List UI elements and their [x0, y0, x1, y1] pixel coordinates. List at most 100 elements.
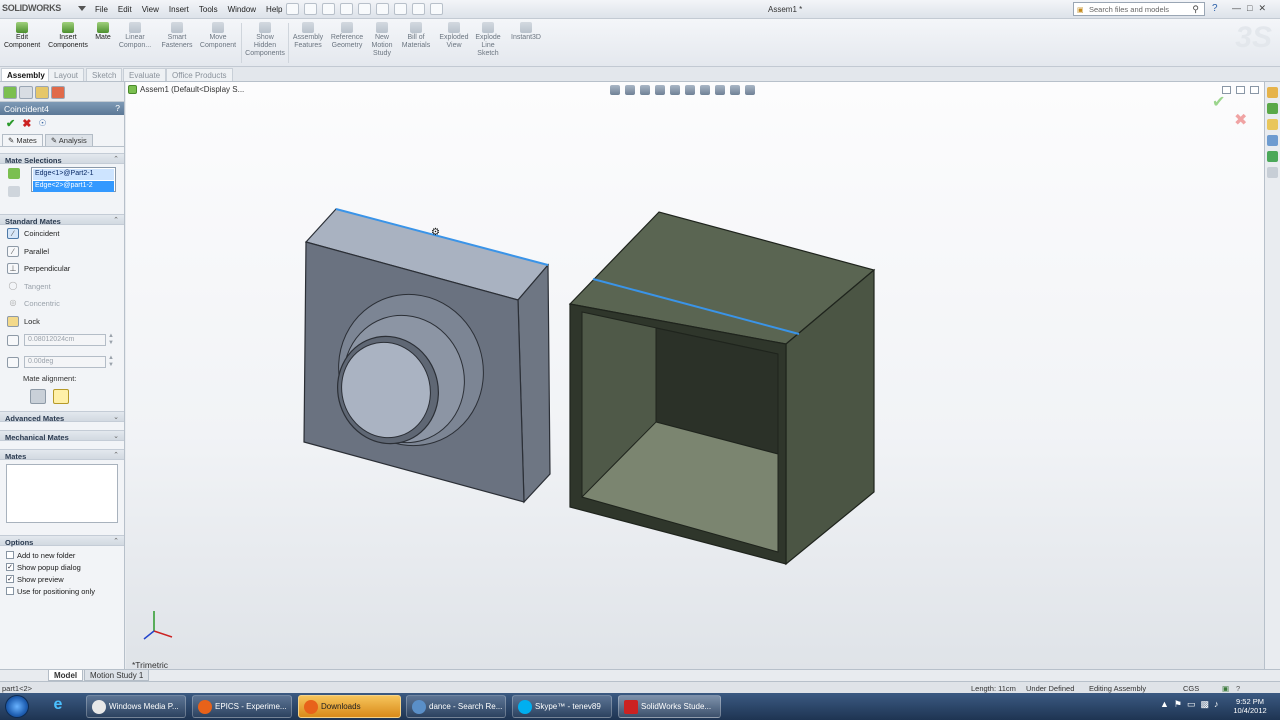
- explode-line-sketch-button[interactable]: Explode Line Sketch: [472, 22, 504, 58]
- configurationmanager-tab-icon[interactable]: [35, 86, 49, 99]
- collapse-icon[interactable]: ⌃: [113, 451, 119, 459]
- distance-spinner-icon[interactable]: ▲ ▼: [108, 333, 114, 347]
- selection-item[interactable]: Edge<2>@part1-2: [33, 181, 114, 192]
- tab-sketch[interactable]: Sketch: [86, 68, 123, 81]
- menu-file[interactable]: File: [90, 3, 113, 16]
- checkbox[interactable]: ✓: [6, 575, 14, 583]
- bill-of-materials-button[interactable]: Bill of Materials: [400, 22, 432, 50]
- collapse-icon[interactable]: ⌃: [113, 155, 119, 163]
- propertymanager-tab-icon[interactable]: [19, 86, 33, 99]
- action-center-flag-icon[interactable]: ⚑: [1174, 699, 1182, 710]
- view-orientation-icon[interactable]: [670, 85, 680, 95]
- lock-mate-button[interactable]: Lock: [0, 313, 124, 331]
- parallel-mate-button[interactable]: ∕ Parallel: [0, 243, 124, 261]
- menu-view[interactable]: View: [137, 3, 164, 16]
- taskbar-item-search[interactable]: dance - Search Re...: [406, 695, 506, 718]
- expand-icon[interactable]: ⌄: [113, 413, 119, 421]
- option-show-popup-dialog[interactable]: ✓ Show popup dialog: [0, 561, 124, 573]
- graphics-area[interactable]: Assem1 (Default<Display S... ✔ ✖ ⚙ *Trim…: [126, 82, 1264, 669]
- system-clock[interactable]: 9:52 PM 10/4/2012: [1228, 697, 1272, 715]
- part1-model[interactable]: [303, 208, 551, 504]
- solidworks-resources-icon[interactable]: [1267, 87, 1278, 98]
- open-file-icon[interactable]: [322, 3, 335, 15]
- mechanical-mates-header[interactable]: Mechanical Mates ⌄: [0, 430, 124, 442]
- instant3d-button[interactable]: Instant3D: [507, 22, 545, 42]
- mates-list[interactable]: [6, 464, 118, 523]
- expand-icon[interactable]: ⌄: [113, 432, 119, 440]
- minimize-icon[interactable]: —: [1232, 3, 1241, 14]
- distance-icon[interactable]: [7, 335, 19, 346]
- previous-view-icon[interactable]: [640, 85, 650, 95]
- ok-button[interactable]: ✔: [6, 117, 15, 130]
- taskbar-item-skype[interactable]: Skype™ - tenev89: [512, 695, 612, 718]
- help-icon[interactable]: ?: [1212, 3, 1218, 14]
- taskbar-item-firefox-epics[interactable]: EPICS - Experime...: [192, 695, 292, 718]
- tab-analysis[interactable]: ✎ Analysis: [44, 134, 93, 146]
- zoom-to-fit-icon[interactable]: [610, 85, 620, 95]
- custom-properties-icon[interactable]: [1267, 167, 1278, 178]
- hide-show-items-icon[interactable]: [700, 85, 710, 95]
- select-icon[interactable]: [394, 3, 407, 15]
- undo-icon[interactable]: [376, 3, 389, 15]
- mate-selections-header[interactable]: Mate Selections ⌃: [0, 153, 124, 165]
- apply-scene-icon[interactable]: [730, 85, 740, 95]
- entities-to-mate-list[interactable]: Edge<1>@Part2-1 Edge<2>@part1-2: [31, 167, 116, 192]
- new-motion-study-button[interactable]: New Motion Study: [368, 22, 396, 58]
- search-icon[interactable]: ⚲: [1192, 4, 1199, 15]
- checkbox[interactable]: [6, 551, 14, 559]
- aligned-icon[interactable]: [30, 389, 46, 404]
- collapse-icon[interactable]: ⌃: [113, 216, 119, 224]
- perpendicular-mate-button[interactable]: ⊥ Perpendicular: [0, 260, 124, 278]
- confirmation-cancel-icon[interactable]: ✖: [1234, 110, 1247, 130]
- volume-icon[interactable]: ♪: [1214, 699, 1219, 710]
- show-hidden-icons-icon[interactable]: ▲: [1160, 699, 1169, 710]
- advanced-mates-header[interactable]: Advanced Mates ⌄: [0, 411, 124, 423]
- restore-icon[interactable]: □: [1247, 3, 1252, 14]
- new-file-icon[interactable]: [304, 3, 317, 15]
- part2-model[interactable]: [568, 211, 876, 566]
- tab-office-products[interactable]: Office Products: [166, 68, 233, 81]
- save-icon[interactable]: [340, 3, 353, 15]
- view-palette-icon[interactable]: [1267, 135, 1278, 146]
- displaymanager-tab-icon[interactable]: [51, 86, 65, 99]
- help-status-icon[interactable]: ?: [1236, 684, 1240, 693]
- network-icon[interactable]: ▩: [1201, 699, 1210, 710]
- show-hidden-components-button[interactable]: Show Hidden Components: [244, 22, 286, 58]
- status-units[interactable]: CGS: [1183, 684, 1199, 693]
- file-explorer-icon[interactable]: [1267, 119, 1278, 130]
- featuremanager-tab-icon[interactable]: [3, 86, 17, 99]
- display-icon[interactable]: ▭: [1187, 699, 1196, 710]
- viewport-restore-icon[interactable]: [1236, 86, 1245, 94]
- start-button[interactable]: [5, 695, 29, 718]
- featuremanager-flyout[interactable]: Assem1 (Default<Display S...: [128, 85, 244, 94]
- viewport-close-icon[interactable]: [1250, 86, 1259, 94]
- taskbar-item-solidworks[interactable]: SolidWorks Stude...: [618, 695, 721, 718]
- view-settings-icon[interactable]: [745, 85, 755, 95]
- cancel-button[interactable]: ✖: [22, 117, 31, 130]
- menu-edit[interactable]: Edit: [113, 3, 137, 16]
- confirmation-ok-icon[interactable]: ✔: [1212, 92, 1225, 112]
- tab-assembly[interactable]: Assembly: [1, 68, 51, 81]
- tab-model[interactable]: Model: [48, 670, 84, 681]
- coincident-mate-button[interactable]: ∕ Coincident: [0, 225, 124, 243]
- assembly-features-button[interactable]: Assembly Features: [291, 22, 325, 50]
- selection-item[interactable]: Edge<1>@Part2-1: [33, 169, 114, 180]
- model-viewport[interactable]: [126, 82, 1264, 669]
- distance-input[interactable]: 0.08012024cm: [24, 334, 106, 346]
- tangent-mate-button[interactable]: ◯ Tangent: [0, 278, 124, 296]
- help-icon[interactable]: ?: [115, 103, 120, 113]
- smart-fasteners-button[interactable]: Smart Fasteners: [158, 22, 196, 50]
- logo-dropdown-icon[interactable]: [78, 6, 86, 11]
- rebuild-icon[interactable]: [412, 3, 425, 15]
- zoom-to-area-icon[interactable]: [625, 85, 635, 95]
- tab-evaluate[interactable]: Evaluate: [123, 68, 167, 81]
- mate-button[interactable]: Mate: [92, 22, 114, 42]
- menu-window[interactable]: Window: [223, 3, 261, 16]
- close-icon[interactable]: ✕: [1258, 3, 1266, 14]
- reference-geometry-button[interactable]: Reference Geometry: [328, 22, 366, 50]
- exploded-view-button[interactable]: Exploded View: [437, 22, 471, 50]
- linear-component-pattern-button[interactable]: Linear Compon...: [116, 22, 154, 50]
- search-input[interactable]: ▣ Search files and models ⚲: [1073, 2, 1205, 16]
- pin-menu-icon[interactable]: [286, 3, 299, 15]
- display-style-icon[interactable]: [685, 85, 695, 95]
